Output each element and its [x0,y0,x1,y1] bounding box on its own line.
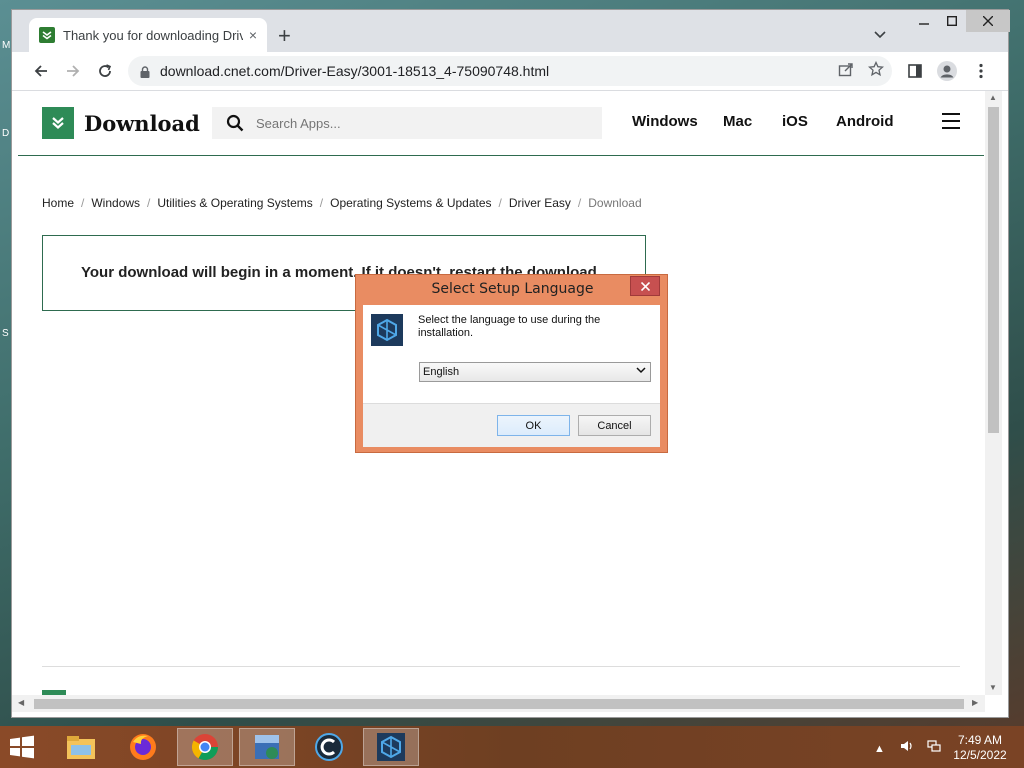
ok-button[interactable]: OK [497,415,570,436]
tab-search-icon[interactable] [874,28,886,42]
cancel-button[interactable]: Cancel [578,415,651,436]
breadcrumb-separator: / [577,196,582,210]
nav-mac[interactable]: Mac [723,113,752,130]
scroll-right-icon[interactable]: ▶ [972,698,978,707]
tab-title: Thank you for downloading Driver Easy [63,27,243,43]
breadcrumb-windows[interactable]: Windows [91,196,140,210]
clock-time: 7:49 AM [957,733,1003,747]
browser-toolbar: download.cnet.com/Driver-Easy/3001-18513… [12,52,1008,91]
driver-easy-setup-icon [371,314,403,346]
taskbar: ▲ 7:49 AM 12/5/2022 [0,726,1024,768]
bookmark-star-icon[interactable] [867,60,885,81]
hamburger-menu-icon[interactable] [942,113,960,129]
breadcrumb: Home / Windows / Utilities & Operating S… [42,196,642,210]
breadcrumb-home[interactable]: Home [42,196,74,210]
new-tab-button[interactable]: + [278,25,291,47]
breadcrumb-separator: / [147,196,151,210]
side-panel-icon[interactable] [904,60,926,82]
chrome-icon [191,734,219,761]
dialog-close-button[interactable] [630,276,660,296]
breadcrumb-current: Download [588,196,642,210]
forward-button[interactable] [62,60,84,82]
address-bar-actions [838,60,885,81]
taskbar-chrome[interactable] [177,728,233,766]
vertical-scroll-thumb[interactable] [988,107,999,433]
show-hidden-icons-icon[interactable]: ▲ [874,743,885,755]
logo-text: Download [84,110,200,136]
footer-divider [42,666,960,667]
desktop-icon-label: S [2,328,9,339]
file-explorer-icon [67,736,95,759]
dialog-title: Select Setup Language [431,281,594,297]
address-bar[interactable]: download.cnet.com/Driver-Easy/3001-18513… [128,56,892,86]
dialog-message: Select the language to use during the in… [418,314,601,339]
scroll-down-icon[interactable]: ▼ [989,683,997,692]
site-search-box[interactable] [212,107,602,139]
breadcrumb-utilities[interactable]: Utilities & Operating Systems [157,196,312,210]
horizontal-scrollbar[interactable]: ◀ ▶ [12,695,985,712]
browser-tab[interactable]: Thank you for downloading Driver Easy × [29,18,267,52]
cnet-download-favicon-icon [39,27,55,43]
nav-ios[interactable]: iOS [782,113,808,130]
breadcrumb-separator: / [81,196,85,210]
setup-language-dialog: Select Setup Language Select the languag… [355,274,668,453]
download-logo-icon [42,107,74,139]
window-close-button[interactable] [966,10,1010,32]
language-select[interactable]: English [419,362,651,382]
url-text: download.cnet.com/Driver-Easy/3001-18513… [160,63,550,79]
taskbar-firefox[interactable] [115,728,171,766]
reload-button[interactable] [94,60,116,82]
lock-icon [140,65,150,78]
clock-date: 12/5/2022 [953,748,1007,762]
tab-close-icon[interactable]: × [249,27,257,43]
iobit-icon [255,735,279,759]
search-input[interactable] [254,114,588,132]
nav-android[interactable]: Android [836,113,894,130]
search-icon [226,114,244,132]
taskbar-file-explorer[interactable] [53,728,109,766]
site-header: Download Windows Mac iOS Android [18,91,984,156]
scroll-left-icon[interactable]: ◀ [18,698,24,707]
volume-icon[interactable] [900,741,917,755]
share-icon[interactable] [838,61,854,81]
horizontal-scroll-thumb[interactable] [34,699,964,709]
taskbar-driver-easy-setup[interactable] [363,728,419,766]
nav-windows[interactable]: Windows [632,113,698,130]
breadcrumb-driver-easy[interactable]: Driver Easy [509,196,571,210]
breadcrumb-operating-systems[interactable]: Operating Systems & Updates [330,196,491,210]
vertical-scrollbar[interactable]: ▲ ▼ [985,91,1002,695]
scroll-up-icon[interactable]: ▲ [989,93,997,102]
site-logo[interactable]: Download [42,107,200,139]
minimize-button[interactable] [910,10,938,32]
taskbar-iobit[interactable] [239,728,295,766]
window-controls [910,10,1010,32]
tab-strip: Thank you for downloading Driver Easy × … [12,10,1010,52]
desktop-icon-label: M [2,40,11,51]
chevron-down-icon [636,365,646,378]
dialog-footer: OK Cancel [363,403,660,447]
breadcrumb-separator: / [498,196,502,210]
ccleaner-icon [315,733,343,761]
desktop-icon-label: D [2,128,10,139]
profile-avatar[interactable] [936,60,958,82]
network-icon[interactable] [927,740,941,755]
back-button[interactable] [30,60,52,82]
breadcrumb-separator: / [319,196,324,210]
taskbar-ccleaner[interactable] [301,728,357,766]
firefox-icon [130,734,156,760]
language-select-value: English [423,366,460,378]
driver-easy-icon [377,733,405,761]
maximize-button[interactable] [938,10,966,32]
dialog-body: Select the language to use during the in… [363,305,660,447]
start-button[interactable] [8,735,36,759]
taskbar-clock[interactable]: 7:49 AM 12/5/2022 [950,733,1010,763]
browser-menu-icon[interactable] [970,60,992,82]
system-tray: ▲ [874,740,941,755]
